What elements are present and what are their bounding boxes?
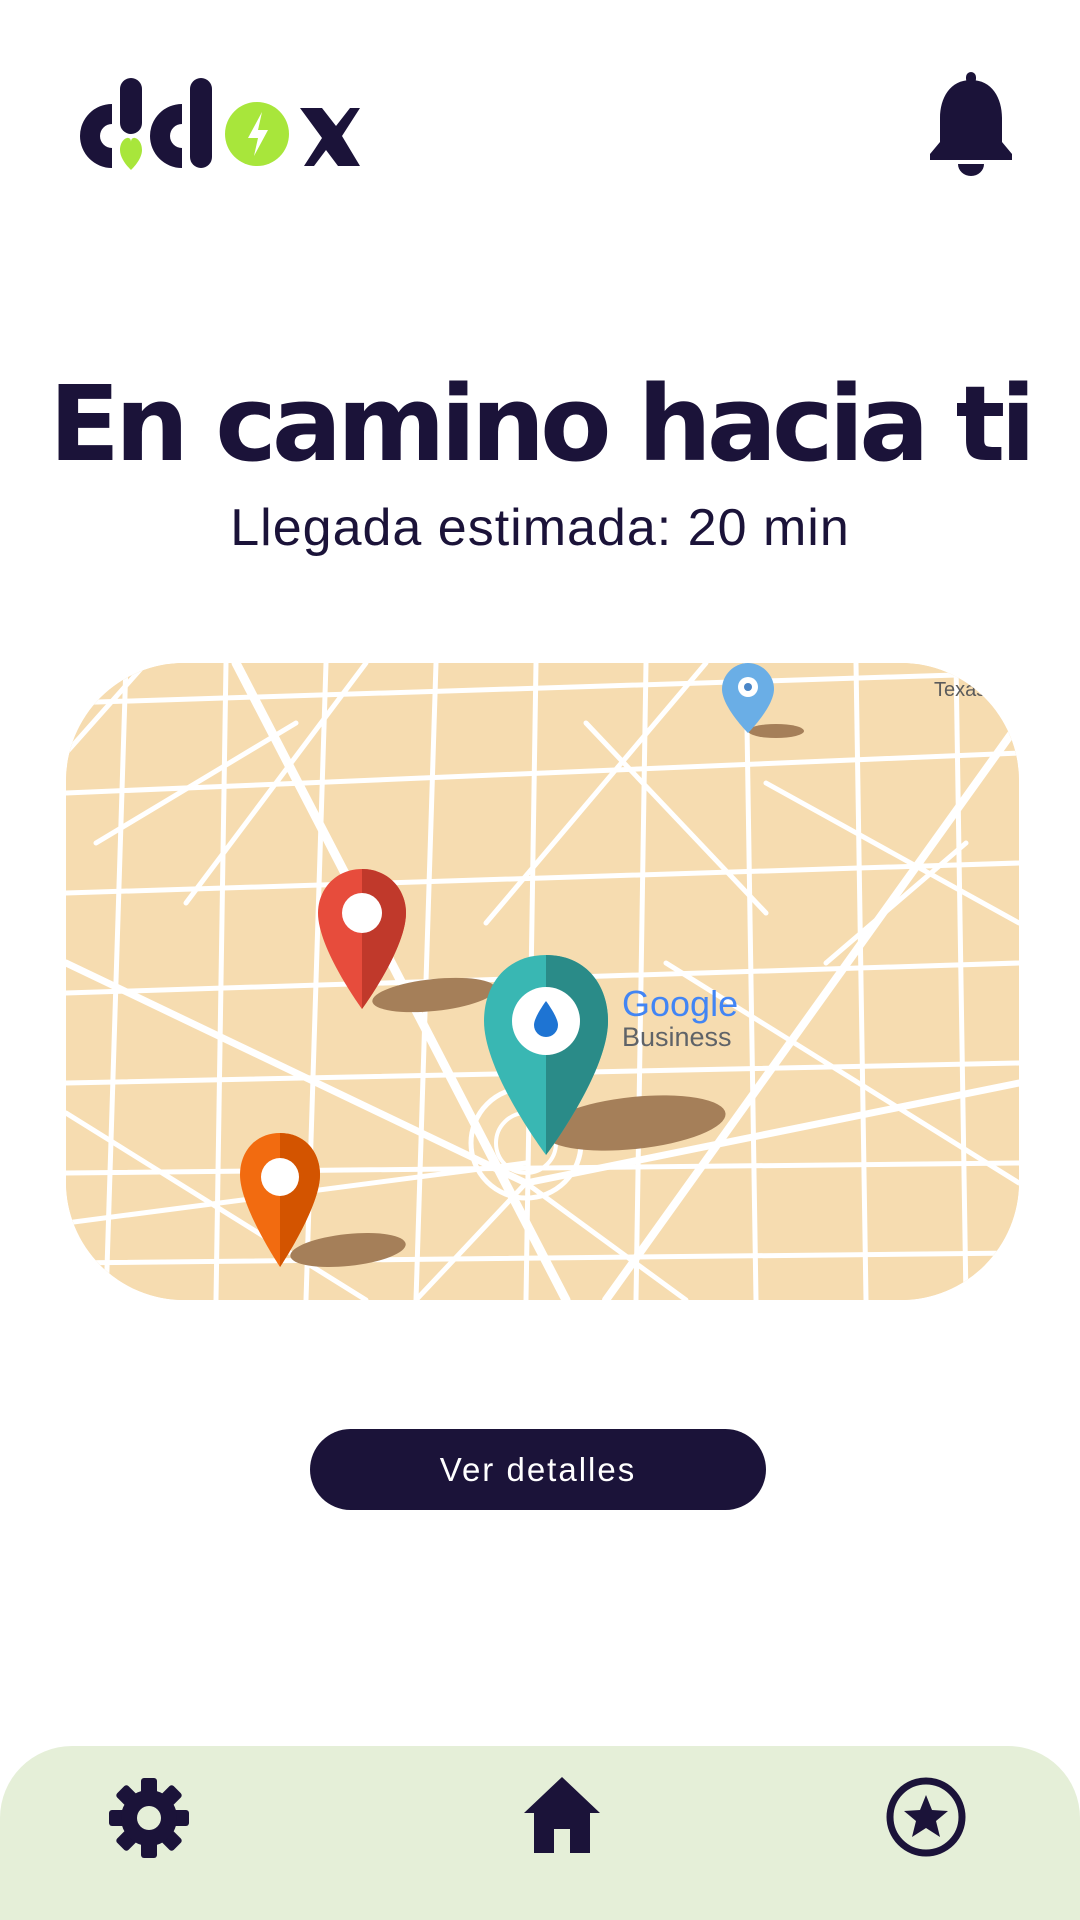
corner-place-label: Texas (934, 679, 987, 701)
view-details-button[interactable]: Ver detalles (310, 1429, 766, 1510)
ciclox-logo (80, 78, 360, 170)
nav-home-button[interactable] (520, 1773, 604, 1857)
page-title: En camino hacia ti (48, 363, 1036, 485)
bottom-nav (0, 1746, 1080, 1920)
nav-settings-button[interactable] (107, 1776, 191, 1860)
gear-icon (109, 1778, 189, 1858)
google-business-badge: Google Business (622, 986, 738, 1051)
orange-pin[interactable] (236, 1133, 436, 1283)
map-view[interactable]: Texas Google Business (66, 663, 1019, 1300)
app-header (0, 0, 1080, 240)
star-circle-icon (886, 1777, 966, 1857)
nav-favorites-button[interactable] (884, 1775, 968, 1859)
google-brand-label: Google (622, 983, 739, 1024)
eta-subtitle: Llegada estimada: 20 min (230, 499, 850, 557)
google-business-label: Business (622, 1022, 732, 1052)
blue-pin[interactable] (704, 663, 824, 743)
bell-icon[interactable] (926, 72, 1016, 176)
home-icon (524, 1777, 600, 1853)
